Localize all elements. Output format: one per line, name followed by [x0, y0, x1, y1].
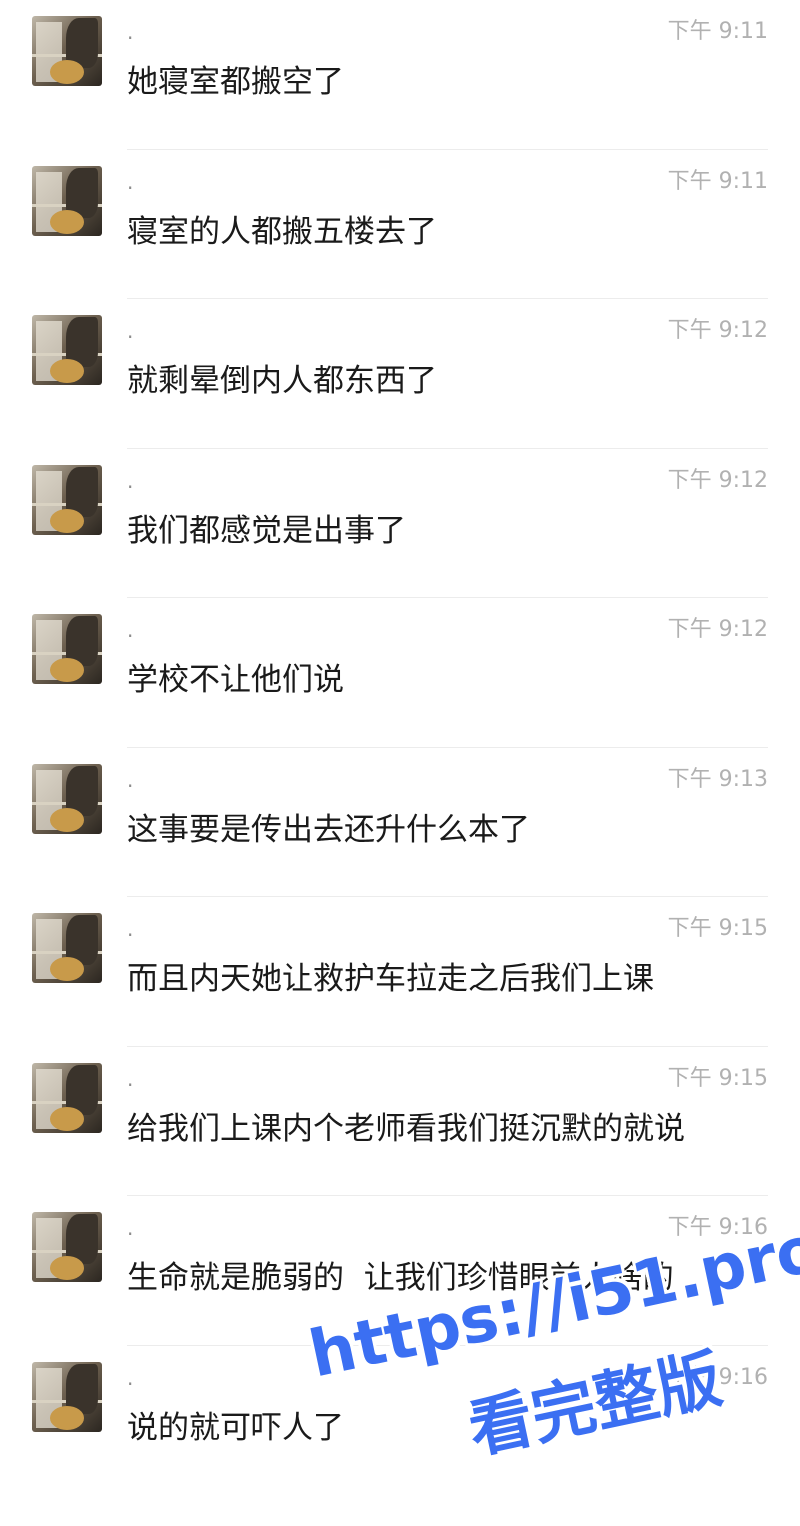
message-text: 而且内天她让救护车拉走之后我们上课	[127, 961, 654, 997]
message-time: 下午 9:13	[667, 766, 768, 792]
avatar[interactable]	[32, 165, 102, 236]
avatar[interactable]	[32, 464, 102, 535]
message-item[interactable]: . 下午 9:16 说的就可吓人了	[0, 1346, 800, 1496]
message-text: 学校不让他们说	[127, 662, 344, 698]
sender-nickname: .	[127, 468, 134, 493]
message-text: 说的就可吓人了	[127, 1409, 344, 1446]
avatar[interactable]	[32, 315, 102, 385]
message-item[interactable]: . 下午 9:11 她寝室都搬空了	[0, 0, 800, 150]
sender-nickname: .	[127, 169, 134, 194]
message-text: 生命就是脆弱的 让我们珍惜眼前人啥的	[127, 1260, 674, 1296]
message-time: 下午 9:15	[667, 1065, 768, 1091]
message-item[interactable]: . 下午 9:13 这事要是传出去还升什么本了	[0, 748, 800, 897]
message-item[interactable]: . 下午 9:15 给我们上课内个老师看我们挺沉默的就说	[0, 1047, 800, 1196]
message-item[interactable]: . 下午 9:12 就剩晕倒内人都东西了	[0, 299, 800, 449]
message-item[interactable]: . 下午 9:12 我们都感觉是出事了	[0, 449, 800, 598]
avatar[interactable]	[32, 16, 102, 86]
message-item[interactable]: . 下午 9:15 而且内天她让救护车拉走之后我们上课	[0, 897, 800, 1047]
sender-nickname: .	[127, 20, 134, 44]
message-text: 寝室的人都搬五楼去了	[127, 213, 437, 250]
message-text: 我们都感觉是出事了	[127, 512, 406, 549]
sender-nickname: .	[127, 917, 134, 941]
avatar[interactable]	[32, 614, 102, 684]
message-list: . 下午 9:11 她寝室都搬空了 . 下午 9:11 寝室的人都搬五楼去了 .…	[0, 0, 800, 1495]
message-item[interactable]: . 下午 9:11 寝室的人都搬五楼去了	[0, 150, 800, 299]
message-text: 她寝室都搬空了	[127, 64, 344, 100]
message-text: 这事要是传出去还升什么本了	[127, 811, 530, 848]
message-time: 下午 9:16	[667, 1215, 768, 1240]
message-item[interactable]: . 下午 9:16 生命就是脆弱的 让我们珍惜眼前人啥的	[0, 1196, 800, 1346]
avatar[interactable]	[32, 1212, 102, 1282]
avatar[interactable]	[32, 1361, 102, 1432]
sender-nickname: .	[127, 1066, 134, 1091]
message-item[interactable]: . 下午 9:12 学校不让他们说	[0, 598, 800, 748]
message-text: 给我们上课内个老师看我们挺沉默的就说	[127, 1110, 685, 1147]
avatar[interactable]	[32, 763, 102, 834]
avatar[interactable]	[32, 1062, 102, 1133]
sender-nickname: .	[127, 1365, 134, 1390]
message-time: 下午 9:16	[667, 1364, 768, 1390]
sender-nickname: .	[127, 767, 134, 792]
sender-nickname: .	[127, 1216, 134, 1240]
avatar[interactable]	[32, 913, 102, 983]
message-text: 就剩晕倒内人都东西了	[127, 363, 437, 399]
sender-nickname: .	[127, 319, 134, 343]
sender-nickname: .	[127, 618, 134, 642]
message-time: 下午 9:12	[667, 318, 768, 343]
message-time: 下午 9:15	[667, 916, 768, 941]
message-time: 下午 9:12	[667, 467, 768, 493]
message-time: 下午 9:12	[667, 617, 768, 642]
message-time: 下午 9:11	[667, 168, 768, 194]
message-time: 下午 9:11	[667, 19, 768, 44]
